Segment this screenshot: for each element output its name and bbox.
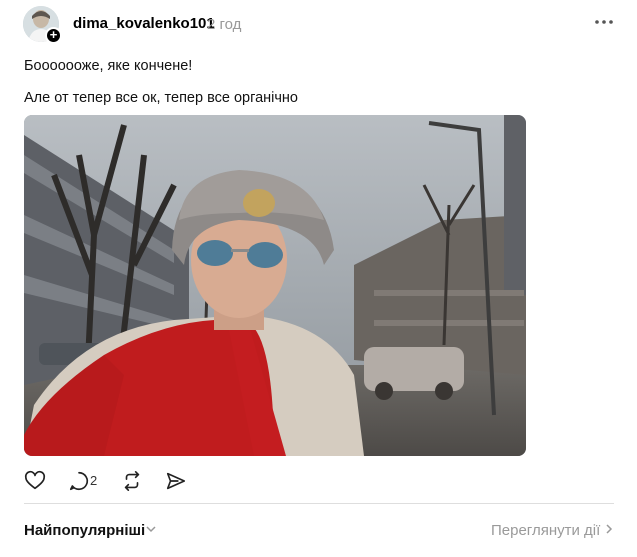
- send-icon[interactable]: [165, 470, 187, 492]
- chevron-down-icon[interactable]: [145, 522, 157, 536]
- post-text-line: Бооооооже, яке кончене!: [24, 58, 193, 74]
- chevron-right-icon[interactable]: [604, 522, 614, 536]
- divider: [24, 503, 614, 504]
- repost-icon[interactable]: [121, 470, 143, 492]
- comment-icon[interactable]: [68, 470, 90, 492]
- more-horizontal-icon[interactable]: [594, 14, 614, 30]
- post-text-line: Але от тепер все ок, тепер все органічно: [24, 90, 298, 106]
- post-photo[interactable]: [24, 115, 526, 456]
- comment-count: 2: [90, 473, 98, 488]
- sort-dropdown[interactable]: Найпопулярніші: [24, 522, 145, 539]
- view-activity-link[interactable]: Переглянути дії: [491, 522, 600, 539]
- follow-plus-icon[interactable]: +: [45, 27, 62, 44]
- post-time: 2 год: [207, 16, 242, 33]
- heart-icon[interactable]: [24, 470, 46, 492]
- thread-post: + dima_kovalenko101 2 год Бооооооже, яке…: [0, 0, 637, 557]
- username[interactable]: dima_kovalenko101: [73, 15, 215, 32]
